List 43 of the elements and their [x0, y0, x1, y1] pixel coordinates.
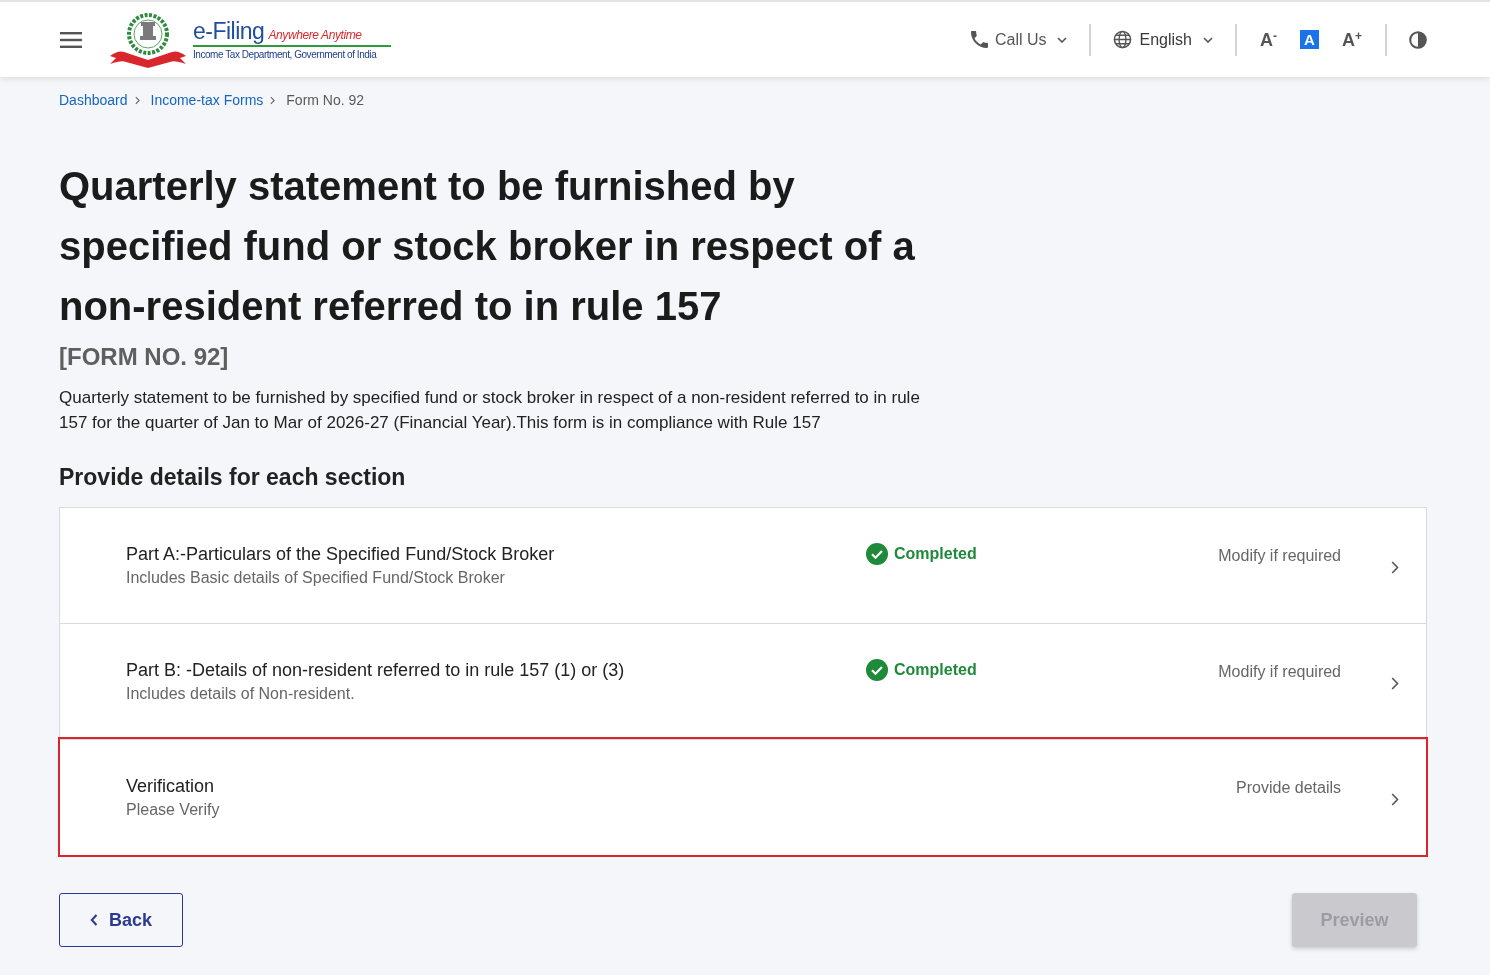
text-size-button[interactable]: A$^{-}$ — [1259, 29, 1278, 50]
menu-icon[interactable] — [60, 31, 82, 48]
contrast-icon[interactable] — [1409, 30, 1427, 49]
breadcrumb-link[interactable]: Dashboard — [59, 92, 128, 108]
status-label: Completed — [894, 661, 977, 679]
action-hint: Provide details — [1236, 778, 1341, 798]
section-title: Verification — [126, 775, 215, 798]
action-hint: Modify if required — [1218, 662, 1341, 682]
section-title: Part A:-Particulars of the Specified Fund/Stock Broker — [126, 543, 555, 566]
chevron-left-icon — [90, 914, 98, 926]
text-size-button[interactable]: A$^{+}$ — [1341, 29, 1363, 50]
section-subtitle: Please Verify — [126, 800, 220, 820]
logo-title: e-Filing — [193, 18, 265, 43]
status-label: Completed — [894, 545, 977, 563]
page-title: Quarterly statement to be furnished by specified fund or stock broker in respect of a non-resident referred to in rule 157 — [59, 163, 916, 330]
form-description: Quarterly statement to be furnished by specified fund or stock broker in respect of a non-resident referred to in rule 157 for the quarter of Jan to Mar of 2026-27 (Financial Year).This form is in compliance with Rule 157 — [59, 387, 921, 434]
section-subtitle: Includes Basic details of Specified Fund/Stock Broker — [126, 568, 505, 588]
chevron-down-icon — [1056, 36, 1067, 43]
section-row[interactable]: Part B: -Details of non-resident referred to in rule 157 (1) or (3) Includes details of Non-resident. Completed Modify if required — [60, 623, 1426, 739]
action-hint: Modify if required — [1218, 546, 1341, 566]
check-circle-icon — [866, 543, 888, 565]
section-subtitle: Includes details of Non-resident. — [126, 684, 355, 704]
back-button[interactable]: Back — [59, 893, 183, 947]
text-size-button[interactable]: A — [1300, 30, 1319, 49]
emblem-icon[interactable] — [108, 11, 188, 68]
logo-tagline: Anywhere Anytime — [268, 27, 362, 42]
breadcrumb-link[interactable]: Income-tax Forms — [150, 92, 264, 108]
section-title: Part B: -Details of non-resident referred to in rule 157 (1) or (3) — [126, 659, 625, 682]
language-dropdown[interactable]: English — [1112, 30, 1213, 49]
globe-icon — [1112, 30, 1132, 49]
chevron-right-icon — [1391, 561, 1399, 574]
section-heading: Provide details for each section — [59, 463, 407, 492]
check-circle-icon — [866, 659, 888, 681]
chevron-right-icon — [1391, 677, 1399, 690]
chevron-right-icon — [270, 95, 276, 105]
chevron-down-icon — [1203, 36, 1213, 43]
call-us-dropdown[interactable]: Call Us — [970, 30, 1067, 49]
breadcrumb-current: Form No. 92 — [286, 92, 365, 108]
form-number: [FORM NO. 92] — [59, 342, 230, 372]
chevron-right-icon — [134, 95, 140, 105]
phone-icon — [970, 31, 988, 48]
logo-subtitle: Income Tax Department, Government of India — [193, 48, 377, 61]
chevron-right-icon — [1391, 793, 1399, 806]
